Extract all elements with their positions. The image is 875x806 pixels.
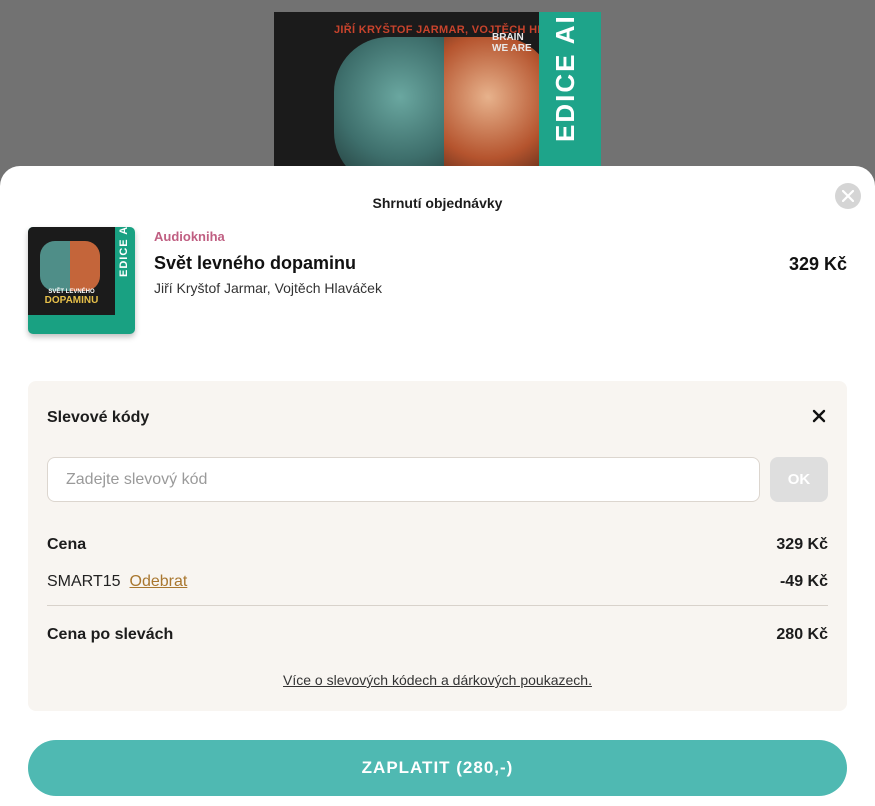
product-title: Svět levného dopaminu [154, 253, 357, 273]
close-button[interactable] [835, 183, 861, 209]
cover-brand-line-1: BRAIN [492, 32, 524, 43]
order-summary-sheet: Shrnutí objednávky SVĚT LEVNÉHO DOPAMINU… [0, 166, 875, 806]
cover-art-left [334, 37, 444, 172]
price-row: Cena 329 Kč [47, 536, 828, 554]
remove-code-link[interactable]: Odebrat [130, 573, 188, 590]
product-cover-band-text: EDICE AI [118, 227, 130, 277]
price-label: Cena [47, 536, 87, 553]
total-row: Cena po slevách 280 Kč [47, 626, 828, 644]
close-icon [842, 190, 854, 202]
applied-code-name: SMART15 [47, 573, 121, 590]
applied-code: SMART15 Odebrat [47, 573, 187, 591]
apply-code-button[interactable]: OK [770, 457, 828, 502]
cover-brand: BRAIN WE ARE [492, 32, 532, 54]
product-price: 329 Kč [788, 254, 847, 274]
product-cover-art-right [70, 241, 100, 291]
close-icon [812, 409, 826, 423]
background-book-cover: JIŘÍ KRYŠTOF JARMAR, VOJTĚCH HLAVÁČEK BR… [274, 12, 601, 172]
applied-code-value: -49 Kč [779, 573, 828, 590]
cover-art-right [444, 37, 554, 172]
discount-codes-title: Slevové kódy [47, 409, 150, 426]
pay-button[interactable]: ZAPLATIT (280,-) [28, 740, 847, 796]
product-cover-image: SVĚT LEVNÉHO DOPAMINU EDICE AI [28, 227, 135, 334]
total-label: Cena po slevách [47, 626, 174, 643]
cover-band-text: EDICE AI [550, 14, 580, 142]
product-cover-art-left [40, 241, 70, 291]
sheet-title: Shrnutí objednávky [372, 195, 503, 211]
total-value: 280 Kč [776, 626, 828, 643]
product-type: Audiokniha [154, 229, 225, 244]
divider [47, 605, 828, 606]
cover-brand-line-2: WE ARE [492, 43, 532, 54]
product-cover-big-caption: DOPAMINU [44, 295, 99, 306]
discount-info-link[interactable]: Více o slevových kódech a dárkových pouk… [28, 672, 847, 688]
discount-code-input[interactable] [47, 457, 760, 502]
discount-codes-panel: Slevové kódy OK Cena 329 Kč SMART15 Odebr… [28, 381, 847, 711]
price-value: 329 Kč [776, 536, 828, 553]
discount-panel-close-button[interactable] [811, 408, 827, 424]
product-authors: Jiří Kryštof Jarmar, Vojtěch Hlaváček [154, 280, 382, 296]
applied-code-row: SMART15 Odebrat -49 Kč [47, 573, 828, 591]
